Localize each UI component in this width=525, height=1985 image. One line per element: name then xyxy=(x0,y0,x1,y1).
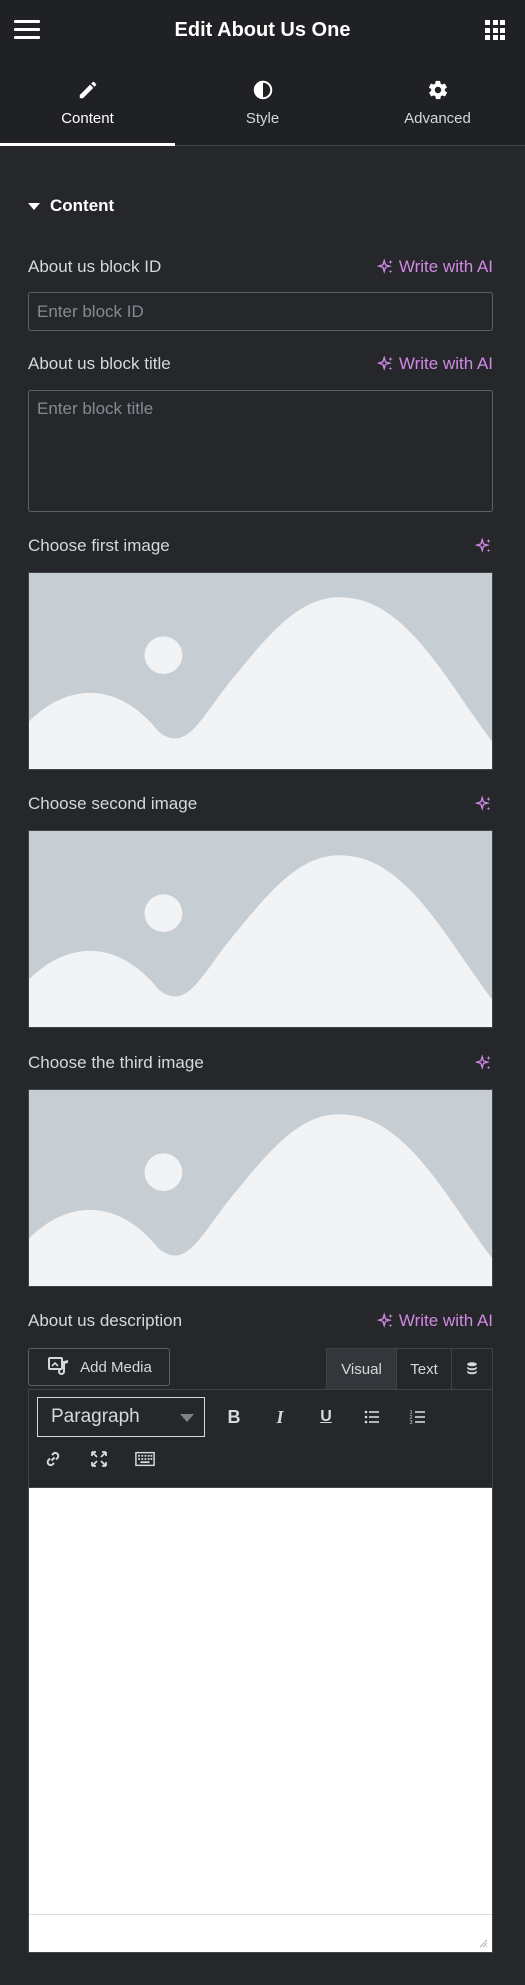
second-image-picker[interactable] xyxy=(28,830,493,1028)
first-image-label: Choose first image xyxy=(28,536,170,555)
ai-sparkle-icon xyxy=(474,537,491,553)
ai-sparkle-icon xyxy=(376,1312,393,1328)
description-write-with-ai-button[interactable]: Write with AI xyxy=(376,1311,493,1331)
fullscreen-icon xyxy=(91,1451,107,1467)
widgets-grid-icon[interactable] xyxy=(485,20,505,40)
image-placeholder-icon xyxy=(29,573,492,769)
ai-sparkle-icon xyxy=(474,795,491,811)
ai-sparkle-icon xyxy=(376,355,393,371)
first-image-ai-button[interactable] xyxy=(474,537,493,560)
block-title-textarea[interactable] xyxy=(28,390,493,512)
toolbar-toggle-button[interactable] xyxy=(130,1444,160,1474)
description-editor-content[interactable] xyxy=(28,1487,493,1953)
third-image-picker[interactable] xyxy=(28,1089,493,1287)
block-title-write-with-ai-button[interactable]: Write with AI xyxy=(376,354,493,374)
tab-advanced-label: Advanced xyxy=(404,109,471,127)
image-placeholder-icon xyxy=(29,831,492,1027)
svg-text:3: 3 xyxy=(410,1420,413,1426)
write-with-ai-label: Write with AI xyxy=(398,354,493,373)
numbered-list-icon: 123 xyxy=(410,1410,425,1426)
second-image-label: Choose second image xyxy=(28,794,198,813)
editor-toolbar: Paragraph B I U 123 xyxy=(28,1389,493,1487)
editor-statusbar xyxy=(29,1914,492,1952)
gear-icon xyxy=(428,80,447,99)
tab-advanced[interactable]: Advanced xyxy=(350,60,525,145)
write-with-ai-label: Write with AI xyxy=(398,257,493,276)
description-label: About us description xyxy=(28,1311,183,1330)
third-image-label: Choose the third image xyxy=(28,1053,204,1072)
block-id-write-with-ai-button[interactable]: Write with AI xyxy=(376,257,493,277)
tab-content[interactable]: Content xyxy=(0,60,175,146)
underline-button[interactable]: U xyxy=(311,1402,341,1432)
image-placeholder-icon xyxy=(29,1090,492,1286)
contrast-icon xyxy=(253,80,272,99)
bold-icon: B xyxy=(227,1406,241,1427)
link-icon xyxy=(46,1451,60,1467)
write-with-ai-label: Write with AI xyxy=(398,1311,493,1330)
add-media-button[interactable]: Add Media xyxy=(28,1348,170,1386)
underline-icon: U xyxy=(320,1408,332,1425)
pencil-icon xyxy=(79,81,96,98)
first-image-picker[interactable] xyxy=(28,572,493,770)
add-media-label: Add Media xyxy=(80,1358,152,1376)
format-select-value: Paragraph xyxy=(51,1406,140,1427)
numbered-list-button[interactable]: 123 xyxy=(403,1402,433,1432)
editor-mode-tabs: Visual Text xyxy=(326,1348,493,1389)
bold-button[interactable]: B xyxy=(219,1402,249,1432)
menu-icon[interactable] xyxy=(14,20,40,40)
caret-down-icon xyxy=(28,202,40,210)
block-title-label: About us block title xyxy=(28,354,171,373)
third-image-ai-button[interactable] xyxy=(474,1054,493,1077)
ai-sparkle-icon xyxy=(474,1054,491,1070)
italic-button[interactable]: I xyxy=(265,1402,295,1432)
bulleted-list-button[interactable] xyxy=(357,1402,387,1432)
panel-tabs: Content Style Advanced xyxy=(0,60,525,146)
tab-style[interactable]: Style xyxy=(175,60,350,145)
paragraph-format-select[interactable]: Paragraph xyxy=(37,1397,205,1437)
chevron-down-icon xyxy=(180,1414,194,1422)
insert-link-button[interactable] xyxy=(38,1444,68,1474)
keyboard-icon xyxy=(135,1451,155,1467)
panel-header: Edit About Us One xyxy=(0,0,525,60)
section-title: Content xyxy=(50,196,115,215)
add-media-icon xyxy=(48,1357,69,1375)
tab-style-label: Style xyxy=(245,109,280,127)
bulleted-list-icon xyxy=(364,1410,379,1424)
block-id-input[interactable] xyxy=(28,292,493,331)
resize-handle-icon[interactable] xyxy=(478,1938,488,1948)
section-toggle-content[interactable]: Content xyxy=(28,196,114,216)
ai-sparkle-icon xyxy=(376,258,393,274)
dynamic-tags-button[interactable] xyxy=(452,1349,492,1389)
visual-tab[interactable]: Visual xyxy=(327,1349,397,1389)
block-id-label: About us block ID xyxy=(28,257,162,276)
fullscreen-button[interactable] xyxy=(84,1444,114,1474)
database-icon xyxy=(467,1362,477,1375)
second-image-ai-button[interactable] xyxy=(474,795,493,818)
text-tab[interactable]: Text xyxy=(397,1349,452,1389)
italic-icon: I xyxy=(276,1406,284,1427)
panel-title: Edit About Us One xyxy=(174,18,351,41)
tab-content-label: Content xyxy=(61,109,114,127)
